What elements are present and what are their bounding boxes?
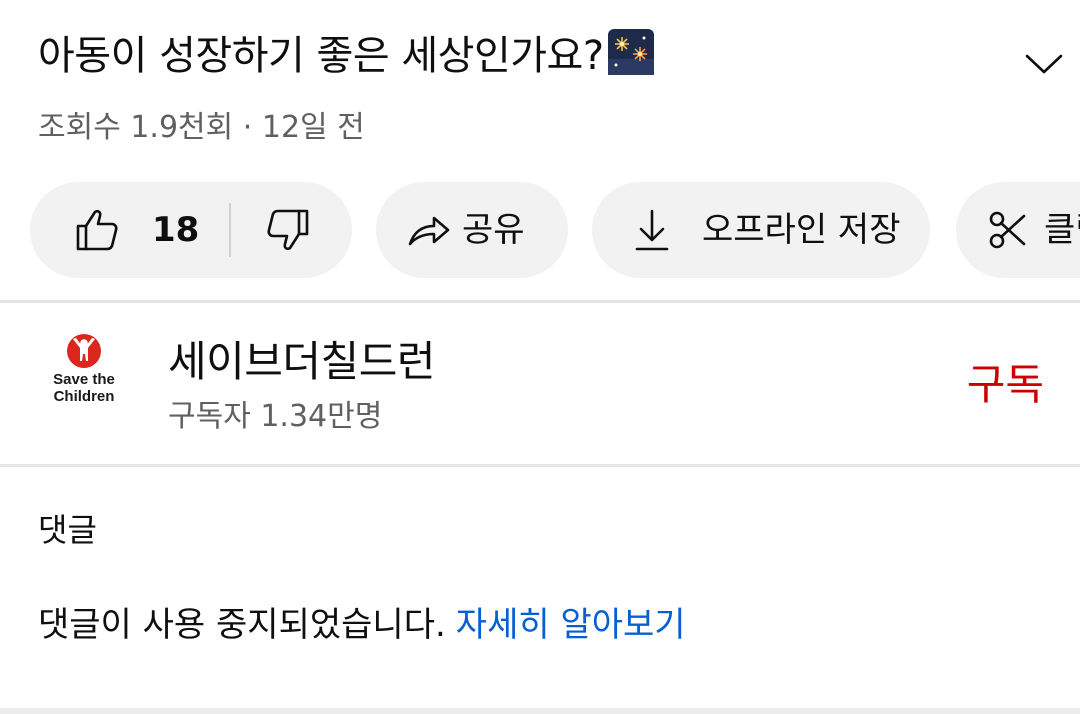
logo-text-line1: Save the xyxy=(53,371,115,388)
action-bar: 18 공유 오프라인 저장 클 xyxy=(30,182,1080,278)
channel-row: Save the Children 세이브더칠드런 구독자 1.34만명 구독 xyxy=(0,305,1080,465)
thumbs-up-icon xyxy=(76,209,118,251)
comments-disabled-text: 댓글이 사용 중지되었습니다. xyxy=(38,605,446,645)
comments-disabled-message: 댓글이 사용 중지되었습니다. 자세히 알아보기 xyxy=(38,602,686,648)
video-title: 아동이 성장하기 좋은 세상인가요? xyxy=(38,33,604,79)
video-title-container[interactable]: 아동이 성장하기 좋은 세상인가요? xyxy=(38,28,654,84)
comments-heading: 댓글 xyxy=(38,511,97,549)
like-dislike-pill: 18 xyxy=(30,182,352,278)
fireworks-icon xyxy=(607,29,654,75)
clip-label: 클립 xyxy=(1044,210,1080,250)
dislike-button[interactable] xyxy=(231,182,311,278)
subscribe-button[interactable]: 구독 xyxy=(967,357,1044,413)
like-button[interactable]: 18 xyxy=(30,182,199,278)
logo-text-line2: Children xyxy=(53,388,115,405)
download-label: 오프라인 저장 xyxy=(702,210,901,250)
title-row: 아동이 성장하기 좋은 세상인가요? xyxy=(38,28,1080,88)
share-label: 공유 xyxy=(462,210,525,250)
learn-more-link[interactable]: 자세히 알아보기 xyxy=(456,605,686,645)
channel-name[interactable]: 세이브더칠드런 xyxy=(168,335,435,389)
clip-button[interactable]: 클립 xyxy=(956,182,1080,278)
divider-bottom xyxy=(0,708,1080,714)
thumbs-down-icon xyxy=(267,209,309,251)
channel-avatar[interactable]: Save the Children xyxy=(34,331,134,431)
save-the-children-logo-icon xyxy=(67,334,101,368)
download-button[interactable]: 오프라인 저장 xyxy=(592,182,930,278)
like-count: 18 xyxy=(152,210,200,250)
share-button[interactable]: 공유 xyxy=(376,182,568,278)
download-icon xyxy=(635,209,669,251)
divider-middle xyxy=(0,464,1080,467)
video-meta: 조회수 1.9천회 · 12일 전 xyxy=(38,110,365,145)
subscriber-count: 구독자 1.34만명 xyxy=(168,399,383,434)
chevron-down-icon xyxy=(1025,54,1063,74)
video-details-page: 아동이 성장하기 좋은 세상인가요? 조회수 1.9천회 · 12일 전 18 … xyxy=(0,0,1080,714)
expand-description-button[interactable] xyxy=(1004,36,1080,92)
divider-top xyxy=(0,300,1080,303)
scissors-icon xyxy=(989,211,1026,249)
share-icon xyxy=(408,216,450,246)
